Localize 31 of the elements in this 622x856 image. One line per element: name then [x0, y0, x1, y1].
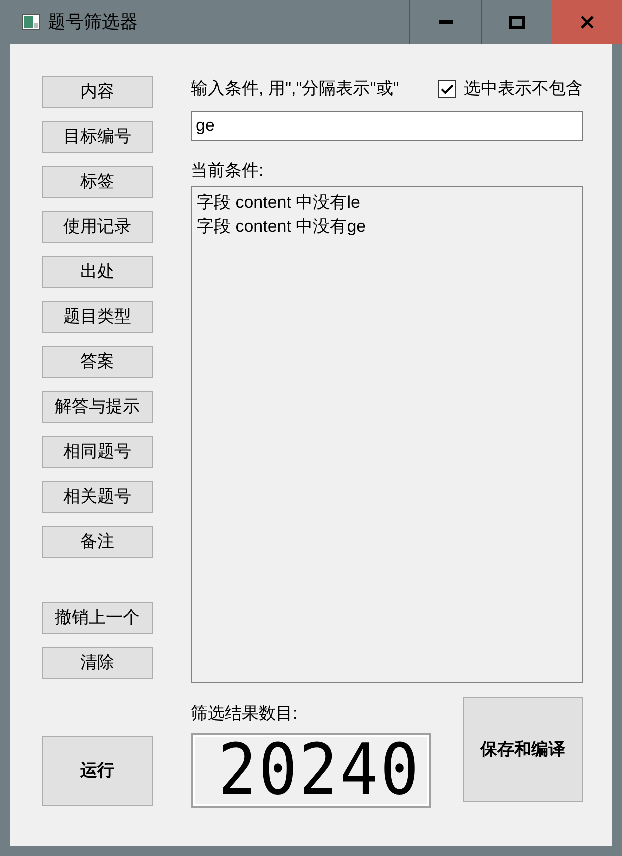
field-button[interactable]: 目标编号 [42, 121, 153, 153]
app-icon [22, 14, 40, 30]
field-button[interactable]: 解答与提示 [42, 391, 153, 423]
instruction-text: 输入条件, 用","分隔表示"或" [191, 78, 400, 100]
condition-item: 字段 content 中没有le [197, 192, 362, 214]
condition-input[interactable]: ge [191, 111, 583, 141]
field-button[interactable]: 相同题号 [42, 436, 153, 468]
field-button[interactable]: 相关题号 [42, 481, 153, 513]
field-button[interactable]: 出处 [42, 256, 153, 288]
clear-button[interactable]: 清除 [42, 647, 153, 679]
field-button[interactable]: 答案 [42, 346, 153, 378]
current-conditions-label: 当前条件: [191, 160, 265, 182]
close-icon [580, 16, 594, 28]
checkmark-icon [440, 84, 454, 94]
field-button[interactable]: 标签 [42, 166, 153, 198]
result-count-label: 筛选结果数目: [191, 703, 299, 725]
close-button[interactable] [552, 0, 622, 44]
exclude-checkbox[interactable] [438, 80, 456, 98]
field-button[interactable]: 备注 [42, 526, 153, 558]
minimize-icon [438, 20, 452, 24]
field-button[interactable]: 内容 [42, 76, 153, 108]
run-button[interactable]: 运行 [42, 736, 153, 806]
undo-button[interactable]: 撤销上一个 [42, 602, 153, 634]
checkbox-label: 选中表示不包含 [464, 78, 583, 100]
field-button[interactable]: 使用记录 [42, 211, 153, 243]
window-title: 题号筛选器 [48, 10, 138, 34]
maximize-icon [509, 16, 525, 28]
save-button[interactable]: 保存和编译 [463, 697, 583, 802]
condition-item: 字段 content 中没有ge [197, 216, 368, 238]
result-count: 20240 [218, 735, 421, 806]
field-button[interactable]: 题目类型 [42, 301, 153, 333]
